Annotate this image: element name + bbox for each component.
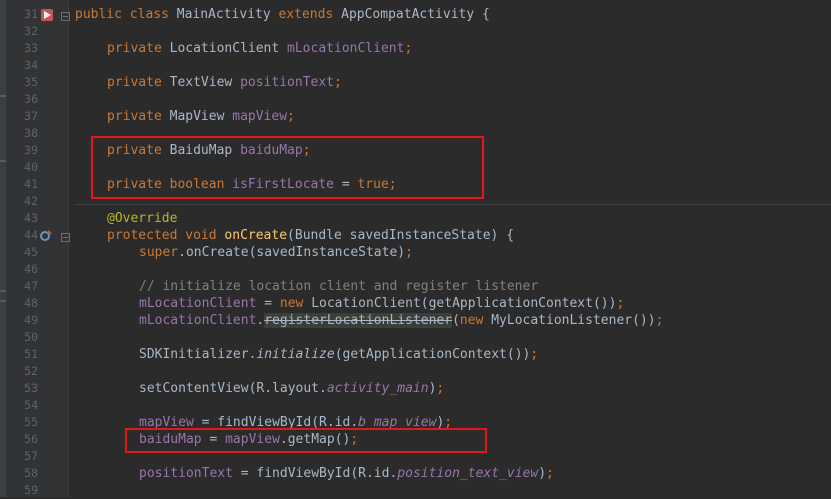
line-number: 58: [24, 466, 38, 480]
line-number: 46: [24, 262, 38, 276]
line-number: 50: [24, 330, 38, 344]
line-number: 47: [24, 279, 38, 293]
code-line-48: mLocationClient = new LocationClient(get…: [139, 296, 625, 311]
code-line-47: // initialize location client and regist…: [139, 279, 539, 294]
code-line-43: @Override: [107, 211, 178, 226]
line-number: 44: [24, 228, 38, 242]
line-number: 41: [24, 177, 38, 191]
line-number: 39: [24, 143, 38, 157]
line-number: 38: [24, 126, 38, 140]
code-line-58: positionText = findViewById(R.id.positio…: [139, 466, 554, 481]
code-line-37: private MapView mapView;: [107, 109, 295, 124]
code-line-49: mLocationClient.registerLocationListener…: [139, 313, 664, 328]
highlight-box-fields: [91, 136, 484, 199]
line-number: 33: [24, 41, 38, 55]
code-line-45: super.onCreate(savedInstanceState);: [139, 245, 413, 260]
code-editor[interactable]: 31 32 33 34 35 36 37 38 39 40 41 42 43 4…: [0, 0, 831, 497]
fold-marker-icon[interactable]: [61, 231, 70, 246]
line-number: 40: [24, 160, 38, 174]
run-gutter-icon[interactable]: [40, 8, 54, 26]
line-number: 42: [24, 194, 38, 208]
code-line-31: public class MainActivity extends AppCom…: [75, 7, 490, 22]
line-number: 53: [24, 381, 38, 395]
highlight-box-getmap: [125, 428, 487, 453]
line-number: 59: [24, 483, 38, 497]
fold-marker-icon[interactable]: [61, 10, 70, 25]
line-number: 57: [24, 449, 38, 463]
line-number: 36: [24, 92, 38, 106]
code-line-53: setContentView(R.layout.activity_main);: [139, 381, 445, 396]
line-number: 49: [24, 313, 38, 327]
line-number: 56: [24, 432, 38, 446]
code-line-35: private TextView positionText;: [107, 75, 342, 90]
line-number: 52: [24, 364, 38, 378]
line-number: 48: [24, 296, 38, 310]
line-number: 45: [24, 245, 38, 259]
line-number: 55: [24, 415, 38, 429]
code-line-33: private LocationClient mLocationClient;: [107, 41, 413, 56]
line-number: 35: [24, 75, 38, 89]
line-number: 51: [24, 347, 38, 361]
line-number: 37: [24, 109, 38, 123]
code-area[interactable]: public class MainActivity extends AppCom…: [75, 0, 831, 497]
line-number-gutter[interactable]: 31 32 33 34 35 36 37 38 39 40 41 42 43 4…: [6, 0, 70, 497]
override-gutter-icon[interactable]: [39, 229, 53, 247]
line-number: 31: [24, 7, 38, 21]
code-line-51: SDKInitializer.initialize(getApplication…: [139, 347, 539, 362]
code-line-44: protected void onCreate(Bundle savedInst…: [107, 228, 515, 243]
line-number: 43: [24, 211, 38, 225]
line-number: 32: [24, 24, 38, 38]
line-number: 34: [24, 58, 38, 72]
line-number: 54: [24, 398, 38, 412]
